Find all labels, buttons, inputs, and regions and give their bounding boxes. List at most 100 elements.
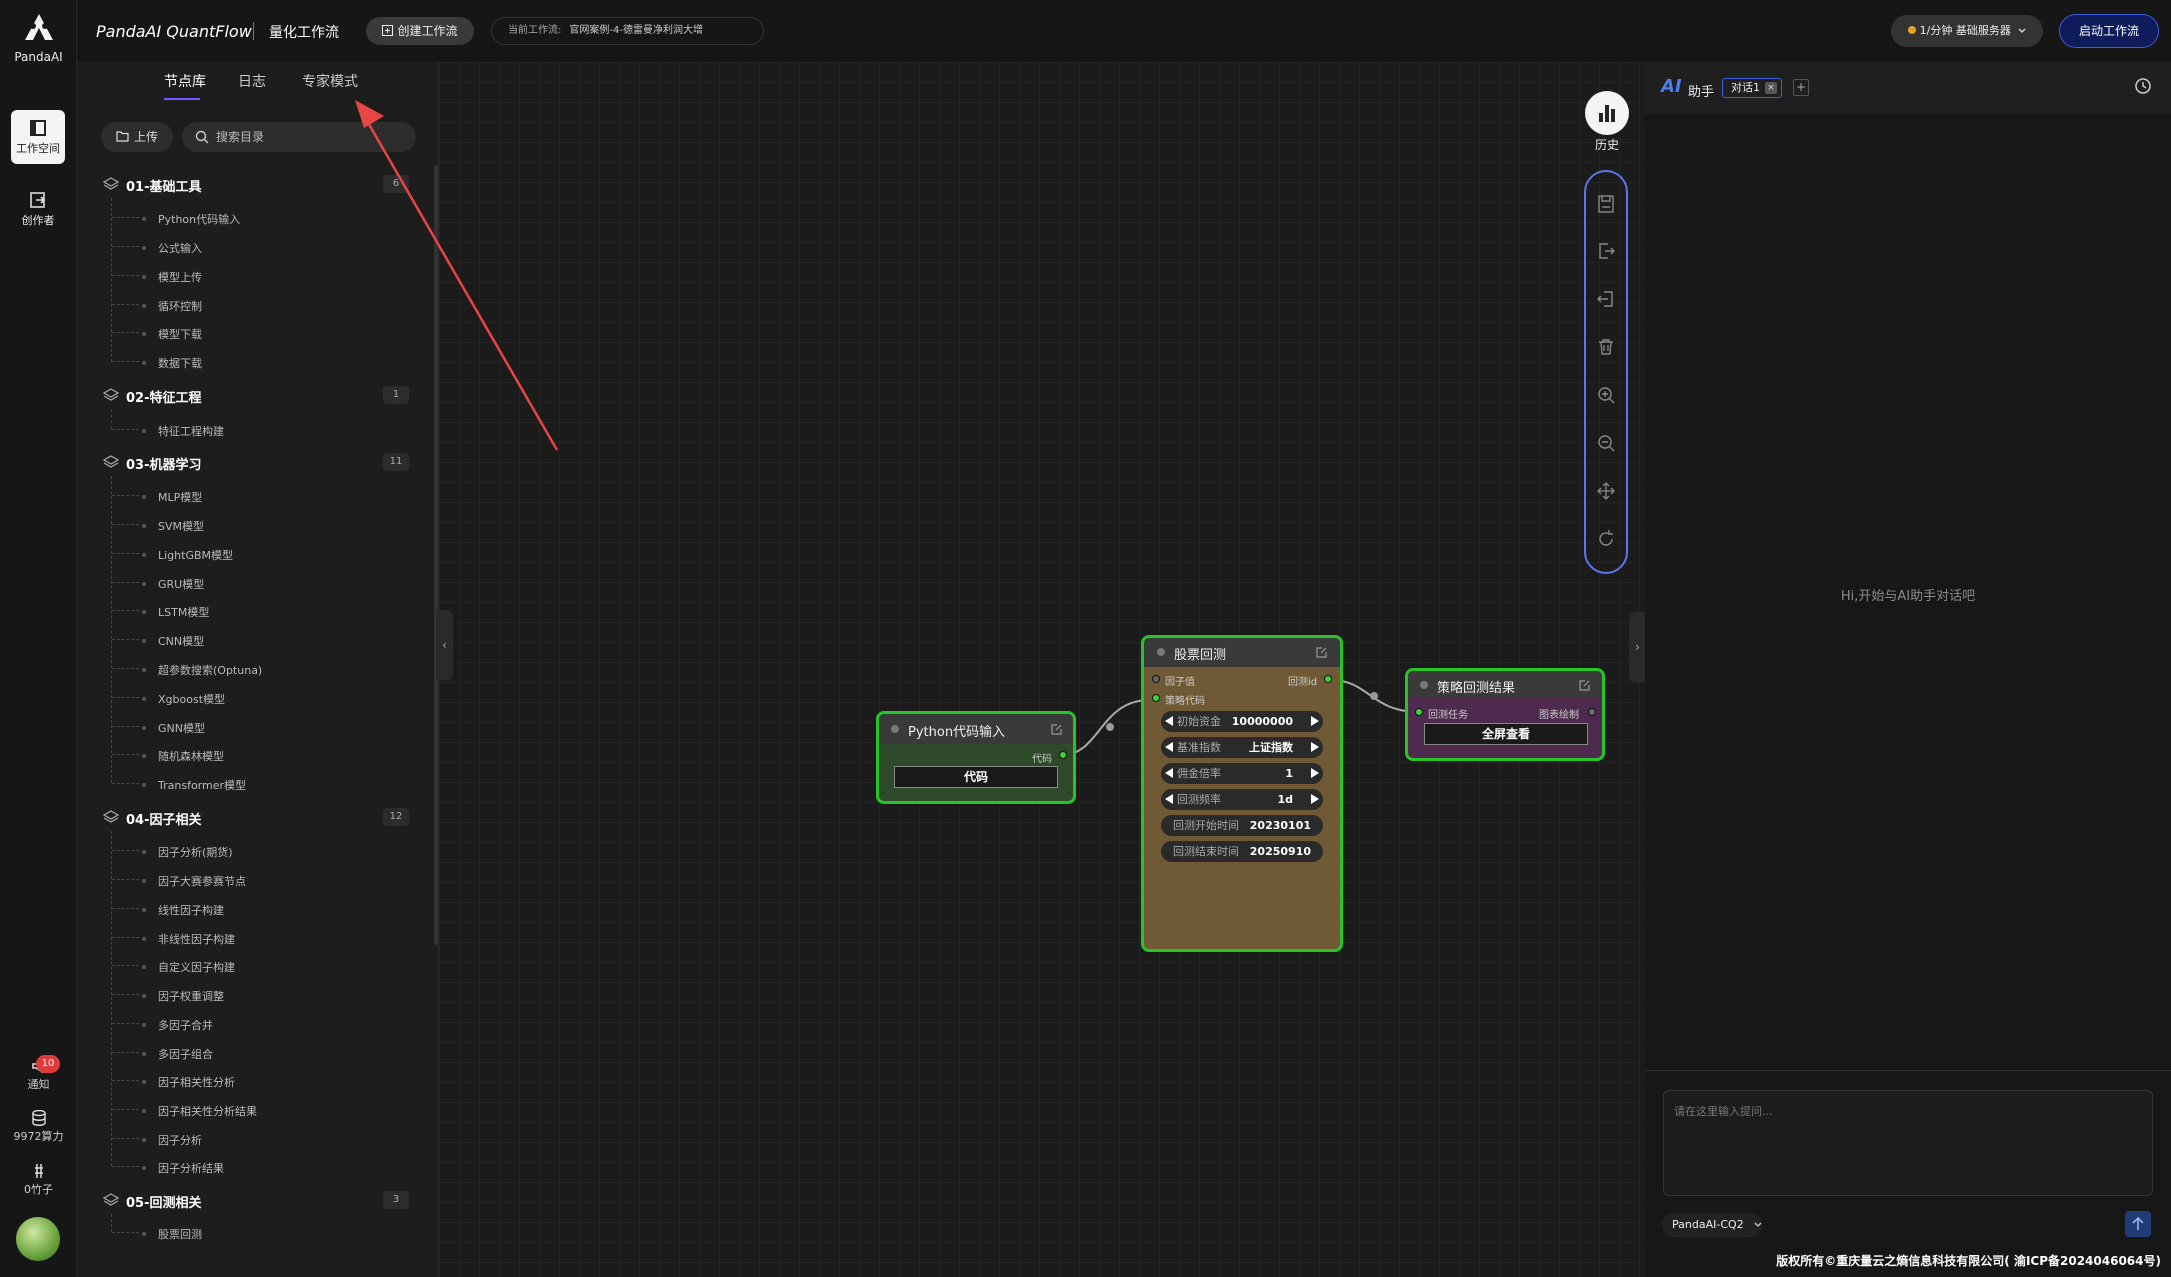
category-backtest[interactable]: 05-回测相关 [103,1192,202,1211]
increment-icon[interactable] [1311,768,1319,778]
end-date-field[interactable]: 回测结束时间 20250910 [1161,841,1323,862]
start-workflow-button[interactable]: 启动工作流 [2059,14,2159,48]
edit-icon[interactable] [1578,679,1591,692]
node-item[interactable]: 因子权重调整 [142,988,224,1004]
node-item[interactable]: 股票回测 [142,1226,202,1242]
node-item[interactable]: GRU模型 [141,576,204,592]
category-name: 03-机器学习 [126,458,202,473]
node-item[interactable]: 因子相关性分析结果 [142,1103,257,1119]
tab-node-library[interactable]: 节点库 [164,71,206,91]
node-item[interactable]: LSTM模型 [141,604,209,620]
refresh-icon[interactable] [1594,527,1618,551]
history-button[interactable] [1585,91,1629,135]
node-item[interactable]: 自定义因子构建 [142,959,235,975]
decrement-icon[interactable] [1165,742,1173,752]
increment-icon[interactable] [1311,794,1319,804]
workspace-button[interactable]: 工作空间 [11,110,65,164]
node-item[interactable]: 公式输入 [142,240,202,256]
backtest-output-port[interactable] [1324,675,1332,683]
collapse-left-panel-button[interactable]: ‹ [436,610,453,680]
node-item[interactable]: Transformer模型 [141,777,246,793]
result-output-port[interactable] [1588,708,1596,716]
decrement-icon[interactable] [1165,768,1173,778]
category-feature-engineering[interactable]: 02-特征工程 [103,387,202,406]
new-chat-button[interactable]: + [1793,79,1809,96]
zoom-out-icon[interactable] [1594,431,1618,455]
current-workflow[interactable]: 当前工作流: 官网案例-4-德雷曼净利润大增 [491,17,764,45]
create-workflow-button[interactable]: 创建工作流 [366,17,474,45]
node-item[interactable]: 因子分析(期货) [142,844,233,860]
server-selector[interactable]: 1/分钟 基础服务器 [1891,15,2043,47]
node-item[interactable]: 模型下载 [142,326,202,342]
benchmark-field[interactable]: 基准指数 上证指数 [1161,737,1323,758]
layers-icon [103,388,119,401]
compute-button[interactable]: 9972算力 [0,1110,77,1144]
model-selector[interactable]: PandaAI-CQ2 [1662,1213,1762,1237]
node-item[interactable]: SVM模型 [142,518,204,534]
logo[interactable]: PandaAI [0,12,77,64]
brand-divider [253,22,254,40]
import-icon[interactable] [1594,287,1618,311]
field-value: 20250910 [1249,845,1311,858]
commission-field[interactable]: 佣金倍率 1 [1161,763,1323,784]
delete-icon[interactable] [1594,335,1618,359]
node-item[interactable]: 因子相关性分析 [142,1074,235,1090]
node-item[interactable]: 因子分析 [142,1132,202,1148]
node-item[interactable]: CNN模型 [141,633,204,649]
fullscreen-button[interactable]: 全屏查看 [1424,723,1588,745]
tab-logs[interactable]: 日志 [238,71,266,91]
save-icon[interactable] [1594,192,1618,216]
node-item[interactable]: 因子分析结果 [142,1160,224,1176]
node-item[interactable]: GNN模型 [142,720,205,736]
tab-expert-mode[interactable]: 专家模式 [302,71,358,91]
close-icon[interactable]: × [1765,82,1777,94]
increment-icon[interactable] [1311,742,1319,752]
node-item[interactable]: LightGBM模型 [141,547,233,563]
decrement-icon[interactable] [1165,794,1173,804]
factor-input-port[interactable] [1152,675,1160,683]
node-item[interactable]: Xgboost模型 [141,691,225,707]
node-item[interactable]: 随机森林模型 [142,748,224,764]
chat-input[interactable]: 请在这里输入提问... [1663,1090,2153,1196]
decrement-icon[interactable] [1165,716,1173,726]
node-item[interactable]: 非线性因子构建 [142,931,235,947]
chat-tab[interactable]: 对话1 × [1722,78,1782,98]
avatar[interactable] [16,1217,60,1261]
frequency-field[interactable]: 回测频率 1d [1161,789,1323,810]
collapse-right-panel-button[interactable]: › [1629,612,1646,682]
initial-capital-field[interactable]: 初始资金 10000000 [1161,711,1323,732]
creator-label: 创作者 [21,214,55,227]
strategy-input-port[interactable] [1152,694,1160,702]
edit-icon[interactable] [1315,646,1328,659]
creator-button[interactable]: 创作者 [11,182,65,236]
node-item[interactable]: 因子大赛参赛节点 [142,873,246,889]
node-item[interactable]: 模型上传 [142,269,202,285]
node-item[interactable]: 循环控制 [142,298,202,314]
upload-button[interactable]: 上传 [101,122,173,152]
increment-icon[interactable] [1311,716,1319,726]
zoom-in-icon[interactable] [1594,383,1618,407]
category-basic-tools[interactable]: 01-基础工具 [103,176,202,195]
bamboo-button[interactable]: 0竹子 [0,1163,77,1197]
node-item[interactable]: 多因子合并 [142,1017,213,1033]
python-output-port[interactable] [1059,751,1067,759]
backtest-node-title: 股票回测 [1174,648,1227,663]
code-button[interactable]: 代码 [894,766,1058,788]
start-date-field[interactable]: 回测开始时间 20230101 [1161,815,1323,836]
edit-icon[interactable] [1050,723,1063,736]
export-icon[interactable] [1594,239,1618,263]
fit-view-icon[interactable] [1594,479,1618,503]
node-item[interactable]: 数据下载 [142,355,202,371]
node-item[interactable]: 多因子组合 [142,1046,213,1062]
send-button[interactable] [2125,1211,2151,1237]
node-item[interactable]: 线性因子构建 [142,902,224,918]
node-item[interactable]: 特征工程构建 [142,423,224,439]
category-factors[interactable]: 04-因子相关 [103,809,202,828]
result-input-port[interactable] [1415,708,1423,716]
node-item[interactable]: Python代码输入 [141,211,240,227]
category-machine-learning[interactable]: 03-机器学习 [103,454,202,473]
creator-icon [30,192,46,208]
clock-icon[interactable] [2134,77,2152,95]
node-item[interactable]: MLP模型 [141,489,202,505]
node-item[interactable]: 超参数搜索(Optuna) [141,662,262,678]
